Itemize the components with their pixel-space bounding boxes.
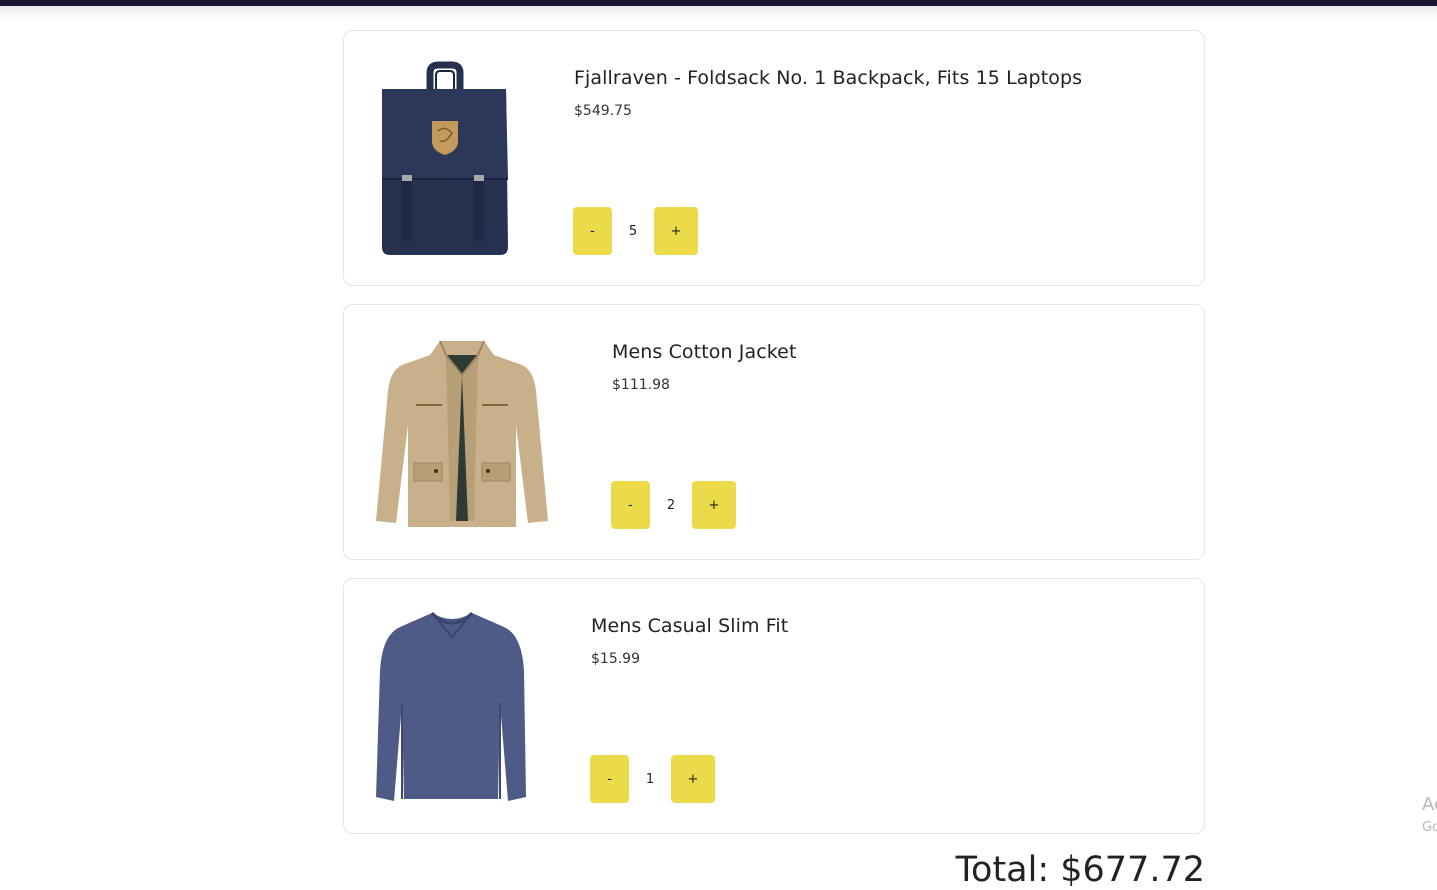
product-title: Mens Casual Slim Fit [591,615,789,637]
quantity-value: 1 [645,771,655,787]
cart-item-card: Mens Casual Slim Fit $15.99 - 1 + [343,578,1205,834]
increment-button[interactable]: + [671,755,715,803]
jacket-image [376,340,548,527]
quantity-stepper: - 2 + [611,481,736,529]
decrement-button[interactable]: - [611,481,650,529]
quantity-stepper: - 5 + [573,207,698,255]
edge-overlay-subtext: Go [1422,820,1437,835]
cart-item-card: Fjallraven - Foldsack No. 1 Backpack, Fi… [343,30,1205,286]
cart-item-card: Mens Cotton Jacket $111.98 - 2 + [343,304,1205,560]
product-price: $15.99 [591,651,640,667]
quantity-value: 2 [666,497,676,513]
tshirt-image [376,611,526,801]
backpack-image [382,61,508,255]
increment-button[interactable]: + [654,207,698,255]
product-price: $549.75 [574,103,632,119]
product-title: Mens Cotton Jacket [612,341,797,363]
decrement-button[interactable]: - [573,207,612,255]
product-price: $111.98 [612,377,670,393]
decrement-button[interactable]: - [590,755,629,803]
quantity-value: 5 [628,223,638,239]
quantity-stepper: - 1 + [590,755,715,803]
top-nav-shadow [0,6,1437,20]
cart-total: Total: $677.72 [955,850,1205,890]
product-title: Fjallraven - Foldsack No. 1 Backpack, Fi… [574,67,1083,89]
increment-button[interactable]: + [692,481,736,529]
edge-overlay-text: Ac [1422,794,1437,815]
